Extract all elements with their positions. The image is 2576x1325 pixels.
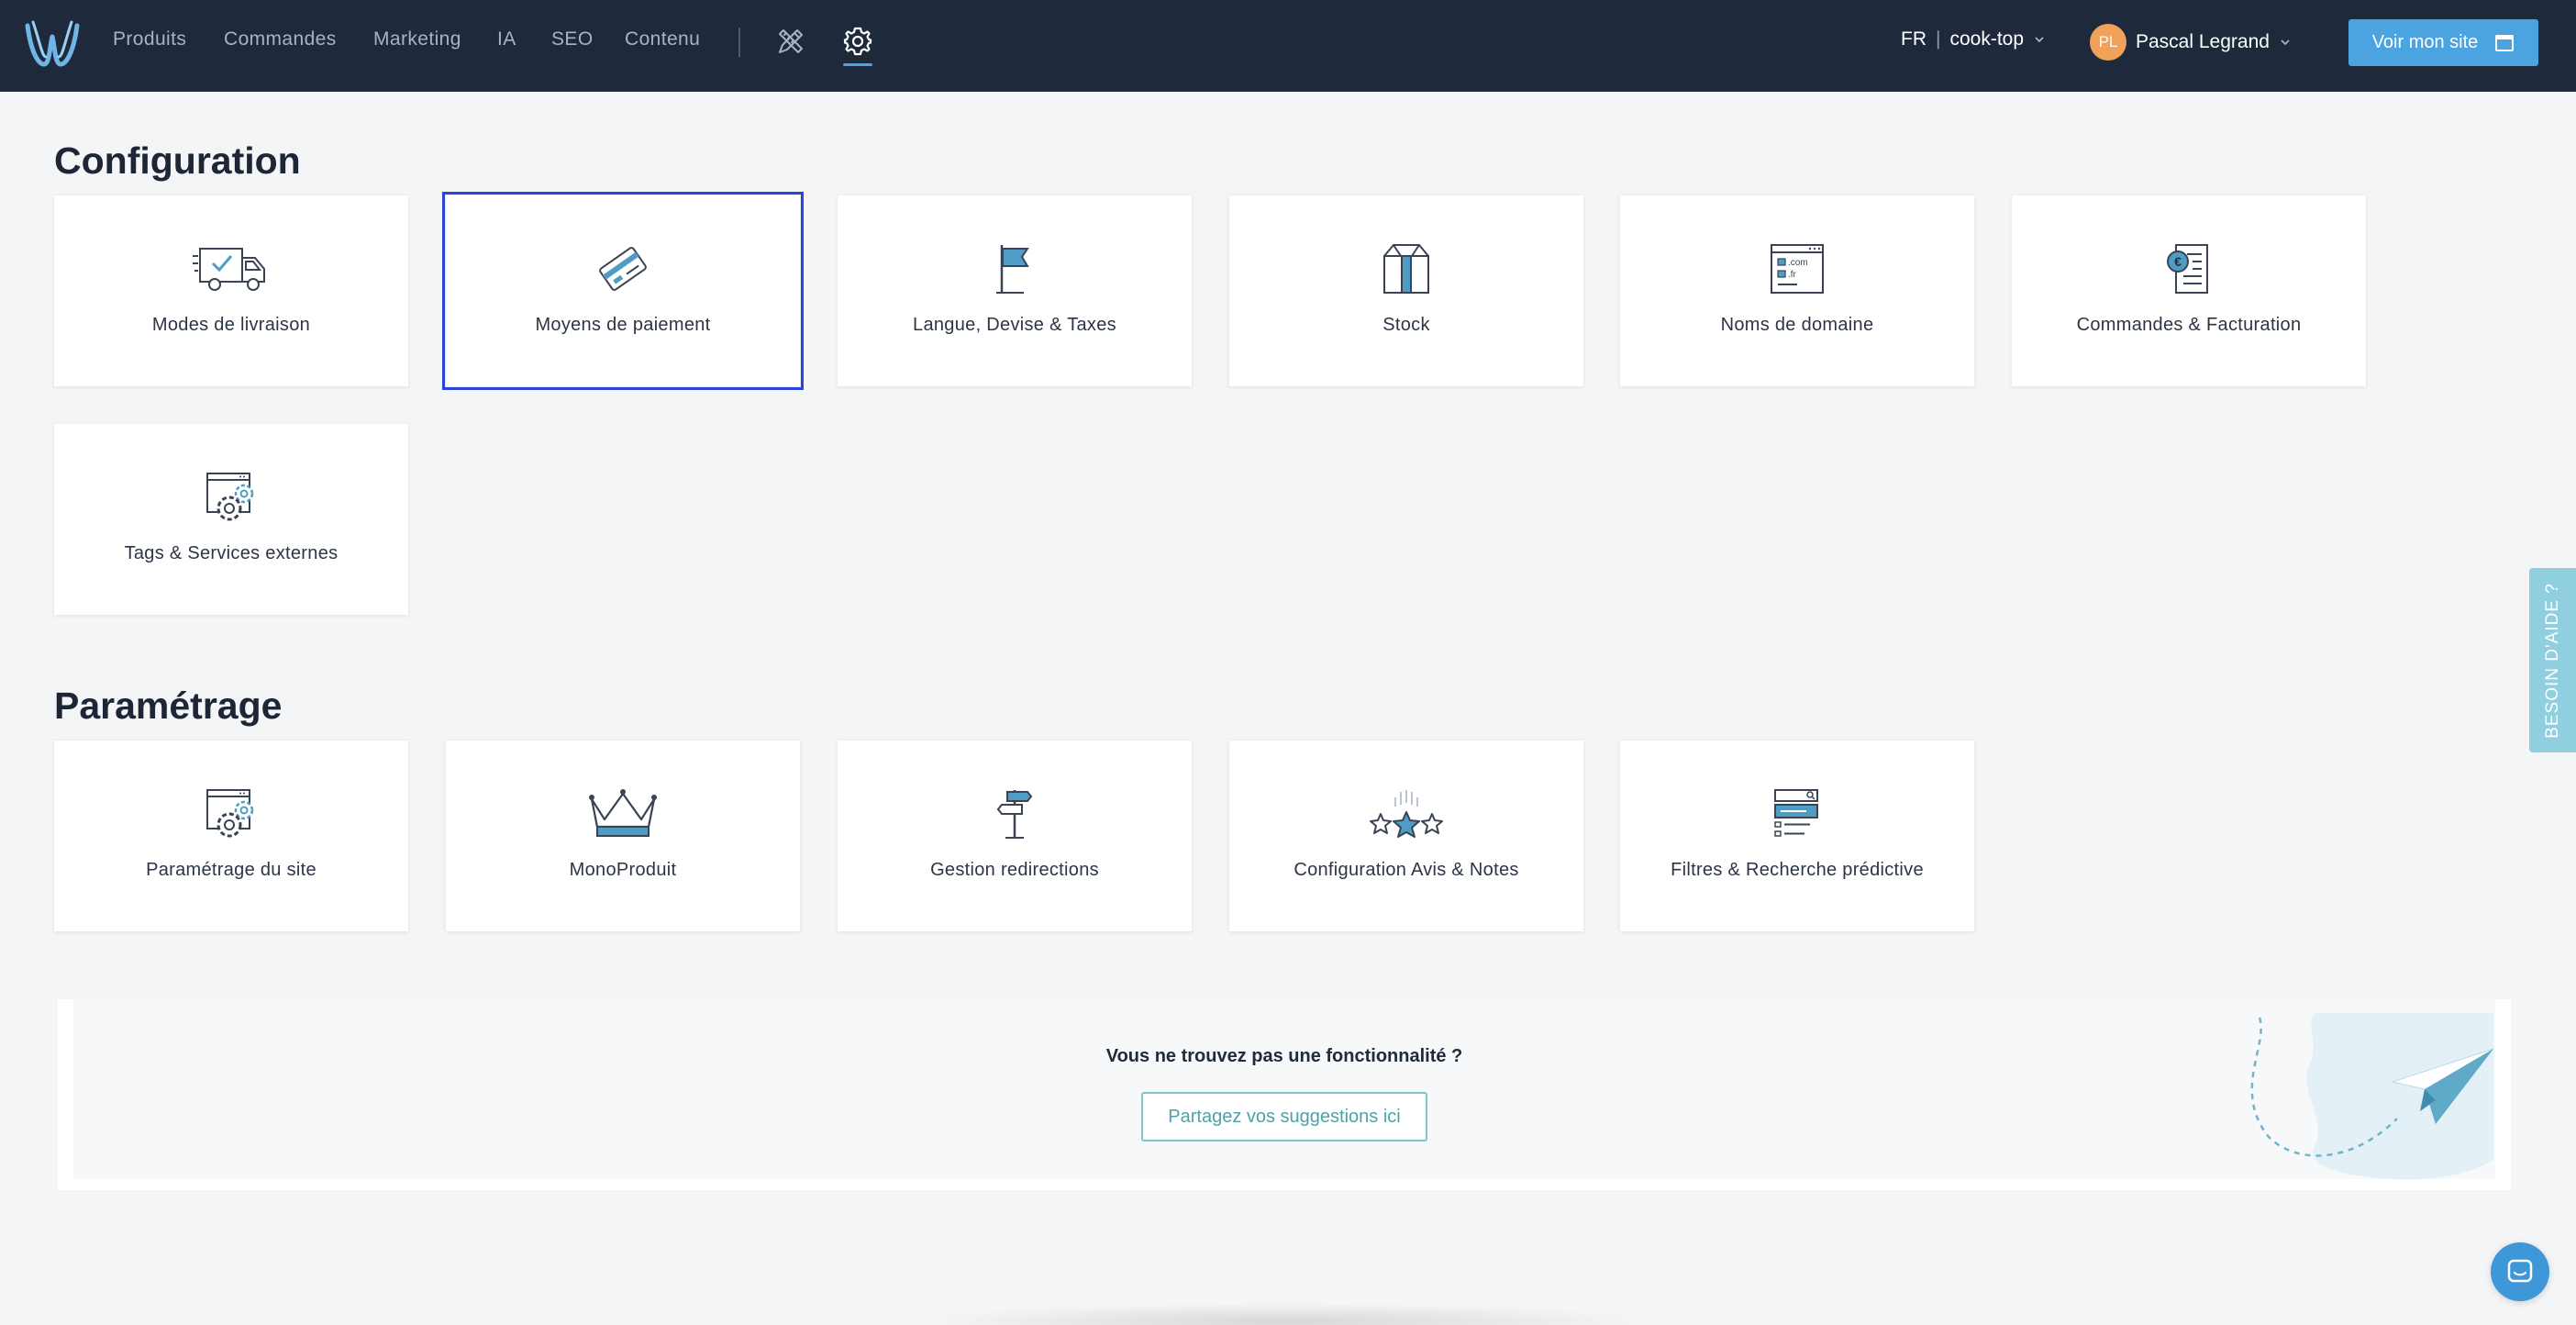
card-label: Stock (1382, 315, 1430, 335)
card-modes-de-livraison[interactable]: Modes de livraison (54, 195, 408, 386)
window-gears-icon (206, 789, 254, 838)
flag-icon (996, 245, 1029, 294)
card-stock[interactable]: Stock (1229, 195, 1583, 386)
card-configuration-avis-notes[interactable]: Configuration Avis & Notes (1229, 740, 1583, 931)
share-suggestions-button[interactable]: Partagez vos suggestions ici (1141, 1092, 1427, 1141)
language-site-selector[interactable]: FR | cook-top (1901, 28, 2046, 50)
view-site-label: Voir mon site (2371, 32, 2479, 52)
language-separator: | (1936, 28, 1941, 50)
nav-divider (738, 28, 740, 57)
chevron-down-icon (2035, 37, 2044, 43)
w-logo-icon[interactable] (22, 17, 83, 73)
nav-ia[interactable]: IA (497, 28, 516, 50)
nav-produits[interactable]: Produits (113, 28, 186, 50)
card-label: Commandes & Facturation (2076, 315, 2302, 335)
card-label: Configuration Avis & Notes (1294, 860, 1519, 880)
box-icon (1383, 244, 1429, 294)
suggestion-banner: Vous ne trouvez pas une fonctionnalité ?… (58, 999, 2511, 1190)
window-gears-icon (206, 473, 254, 521)
suggestion-banner-inner (73, 999, 2495, 1179)
domain-com-text: .com (1788, 258, 1808, 268)
nav-marketing[interactable]: Marketing (373, 28, 461, 50)
card-label: Noms de domaine (1720, 315, 1874, 335)
avatar: PL (2090, 24, 2126, 61)
nav-contenu[interactable]: Contenu (625, 28, 700, 50)
card-label: Moyens de paiement (535, 315, 711, 335)
credit-card-icon (599, 247, 647, 291)
card-moyens-de-paiement[interactable]: Moyens de paiement (442, 192, 804, 390)
design-tools-icon[interactable] (775, 26, 806, 57)
card-monoproduit[interactable]: MonoProduit (446, 740, 800, 931)
stars-icon (1370, 790, 1443, 838)
invoice-icon: € (2167, 244, 2208, 294)
bottom-shadow (917, 1303, 1651, 1325)
crown-icon (589, 789, 657, 837)
euro-symbol: € (2174, 254, 2182, 269)
top-navigation-bar: Produits Commandes Marketing IA SEO Cont… (0, 0, 2576, 92)
active-nav-indicator (843, 63, 872, 66)
site-name: cook-top (1949, 28, 2025, 50)
domain-fr-text: .fr (1788, 270, 1797, 280)
domain-window-icon: .com .fr (1771, 244, 1824, 294)
card-langue-devise-taxes[interactable]: Langue, Devise & Taxes (838, 195, 1192, 386)
help-tab[interactable]: BESOIN D'AIDE ? (2529, 568, 2576, 752)
card-label: Filtres & Recherche prédictive (1671, 860, 1924, 880)
card-tags-services-externes[interactable]: Tags & Services externes (54, 424, 408, 615)
card-label: Paramétrage du site (146, 860, 316, 880)
card-filtres-recherche-predictive[interactable]: Filtres & Recherche prédictive (1620, 740, 1974, 931)
card-noms-de-domaine[interactable]: .com .fr Noms de domaine (1620, 195, 1974, 386)
card-parametrage-du-site[interactable]: Paramétrage du site (54, 740, 408, 931)
user-menu[interactable]: PL Pascal Legrand (2090, 24, 2292, 61)
card-label: Langue, Devise & Taxes (913, 315, 1116, 335)
nav-seo[interactable]: SEO (551, 28, 594, 50)
user-name: Pascal Legrand (2136, 31, 2270, 52)
nav-commandes[interactable]: Commandes (224, 28, 337, 50)
card-label: MonoProduit (569, 860, 677, 880)
signpost-icon (996, 790, 1033, 839)
delivery-truck-icon (193, 248, 265, 291)
chevron-down-icon (2281, 39, 2290, 46)
view-site-button[interactable]: Voir mon site (2348, 19, 2538, 66)
search-filter-icon (1774, 789, 1818, 837)
language-code: FR (1901, 28, 1926, 50)
gear-icon[interactable] (842, 26, 873, 57)
section-title-configuration: Configuration (54, 139, 301, 182)
card-label: Tags & Services externes (124, 543, 339, 563)
card-gestion-redirections[interactable]: Gestion redirections (838, 740, 1192, 931)
paper-plane-icon (2250, 1013, 2494, 1180)
card-label: Modes de livraison (151, 315, 311, 335)
card-label: Gestion redirections (930, 860, 1099, 880)
section-title-parametrage: Paramétrage (54, 685, 283, 727)
card-commandes-facturation[interactable]: € Commandes & Facturation (2012, 195, 2366, 386)
chat-bubble-icon (2507, 1259, 2533, 1283)
browser-icon (2495, 34, 2515, 51)
help-tab-label: BESOIN D'AIDE ? (2542, 582, 2562, 739)
suggestion-text: Vous ne trouvez pas une fonctionnalité ? (1105, 1046, 1463, 1066)
chat-button[interactable] (2491, 1242, 2549, 1301)
